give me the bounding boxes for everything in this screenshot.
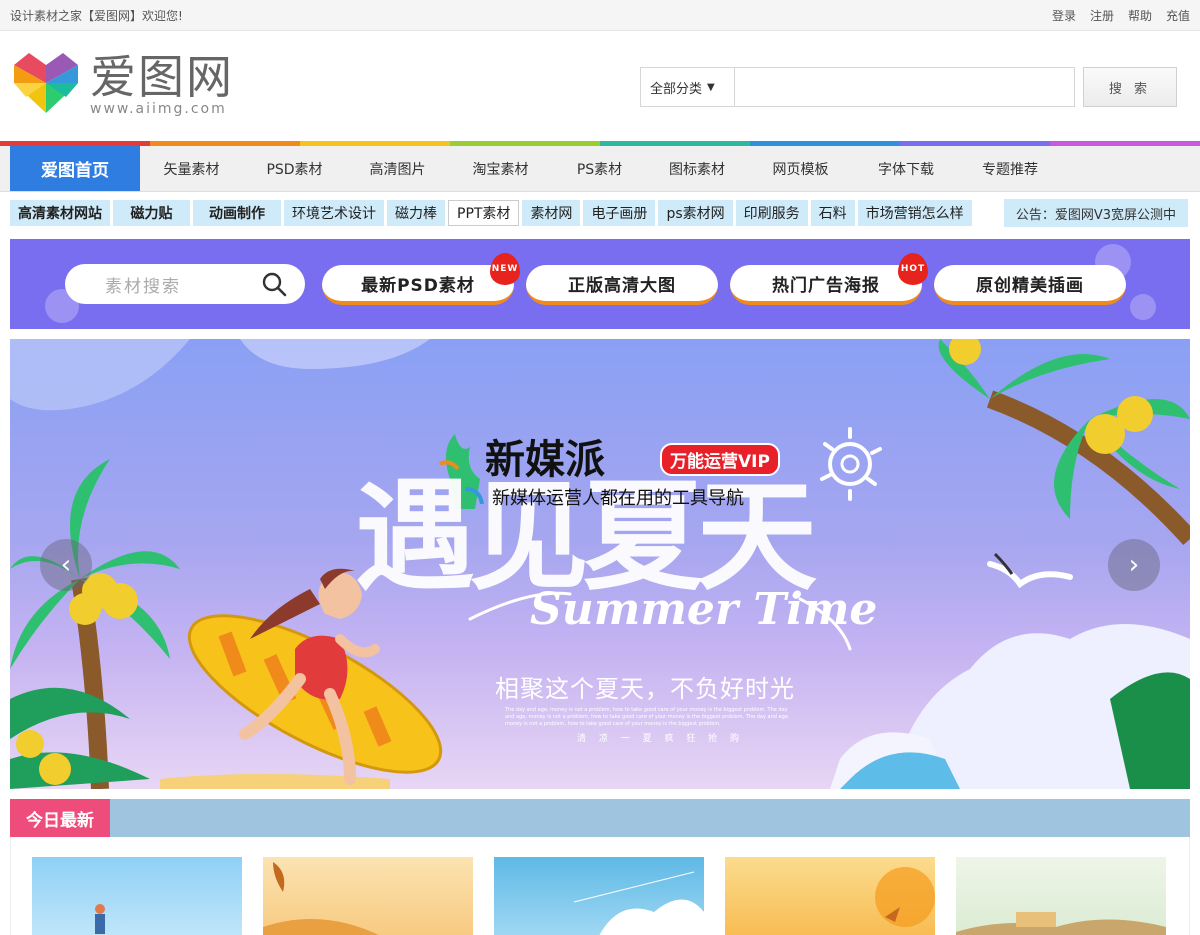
thumbnail-image[interactable] (32, 857, 242, 935)
hero-carousel[interactable]: 遇见夏天 新媒派 万能运营VIP 新媒体运营人都在用的工具导航 Summer T… (10, 339, 1190, 789)
nav-item-topics[interactable]: 专题推荐 (958, 146, 1062, 191)
nav-item-templates[interactable]: 网页模板 (747, 146, 854, 191)
nav-item-icons[interactable]: 图标素材 (647, 146, 747, 191)
tag-link[interactable]: 市场营销怎么样 (857, 200, 972, 226)
tag-link[interactable]: ps素材网 (658, 200, 733, 226)
decor-bubble (1130, 294, 1156, 320)
thumbnail-image[interactable] (725, 857, 935, 935)
today-thumbnails (10, 837, 1190, 935)
heart-logo-icon (14, 53, 78, 113)
tag-link[interactable]: 动画制作 (193, 200, 281, 226)
pill-label: 原创精美插画 (976, 275, 1084, 296)
tag-link[interactable]: 环境艺术设计 (284, 200, 384, 226)
search-bar: 全部分类 ▼ 搜 索 (640, 67, 1177, 107)
login-link[interactable]: 登录 (1052, 7, 1076, 24)
thumbnail-image[interactable] (263, 857, 473, 935)
search-button[interactable]: 搜 索 (1083, 67, 1177, 107)
today-label[interactable]: 今日最新 (10, 799, 110, 837)
hero-footer-text: 清 凉 一 夏 疯 狂 抢 购 (577, 734, 745, 744)
thumbnail-art (95, 904, 105, 934)
header: 爱图网 www.aiimg.com 全部分类 ▼ 搜 索 (0, 31, 1200, 141)
latest-psd-button[interactable]: 最新PSD素材 NEW (322, 253, 520, 305)
category-select[interactable]: 全部分类 ▼ (640, 67, 734, 107)
tag-link[interactable]: 磁力棒 (387, 200, 445, 226)
tag-link[interactable]: 印刷服务 (735, 200, 808, 226)
welcome-text: 设计素材之家【爱图网】欢迎您! (10, 8, 183, 23)
main-nav: 爱图首页 矢量素材 PSD素材 高清图片 淘宝素材 PS素材 图标素材 网页模板… (0, 146, 1200, 192)
nav-item-psd[interactable]: PSD素材 (243, 146, 346, 191)
site-logo[interactable]: 爱图网 www.aiimg.com (12, 49, 234, 117)
hero-slogan: 相聚这个夏天，不负好时光 (495, 675, 795, 703)
logo-domain: www.aiimg.com (90, 101, 227, 117)
logo-text: 爱图网 www.aiimg.com (90, 51, 234, 117)
tag-link[interactable]: 磁力贴 (113, 200, 190, 226)
pill-label: 热门广告海报 (772, 275, 880, 296)
chevron-right-icon: › (1128, 550, 1140, 580)
nav-item-ps[interactable]: PS素材 (552, 146, 647, 191)
new-badge: NEW (490, 253, 520, 285)
register-link[interactable]: 注册 (1090, 7, 1114, 24)
nav-item-hd-images[interactable]: 高清图片 (346, 146, 449, 191)
nav-item-taobao[interactable]: 淘宝素材 (449, 146, 552, 191)
hero-fine-print: The day and age, money is not a problem,… (505, 707, 790, 727)
prev-slide-button[interactable]: ‹ (40, 539, 92, 591)
tag-link[interactable]: 电子画册 (583, 200, 656, 226)
nav-item-fonts[interactable]: 字体下载 (854, 146, 958, 191)
illustrations-button[interactable]: 原创精美插画 (934, 265, 1126, 305)
tag-row: 高清素材网站 磁力贴 动画制作 环境艺术设计 磁力棒 PPT素材 素材网 电子画… (0, 196, 1200, 230)
thumbnail-art (263, 862, 379, 935)
category-value: 全部分类 (650, 81, 703, 97)
top-links: 登录 注册 帮助 充值 (1052, 7, 1190, 24)
help-link[interactable]: 帮助 (1128, 7, 1152, 24)
chevron-down-icon: ▼ (707, 81, 715, 93)
quick-search-placeholder: 素材搜索 (105, 276, 181, 297)
thumbnail-art (956, 912, 1166, 935)
search-input[interactable] (734, 67, 1075, 107)
recharge-link[interactable]: 充值 (1166, 7, 1190, 24)
chevron-left-icon: ‹ (60, 550, 72, 580)
ad-posters-button[interactable]: 热门广告海报 HOT (730, 253, 928, 305)
tag-link[interactable]: 素材网 (522, 200, 581, 226)
thumbnail-art (875, 867, 935, 927)
hot-badge: HOT (898, 253, 928, 285)
tag-link[interactable]: 石料 (810, 200, 855, 226)
thumbnail-art (573, 871, 704, 935)
nav-home[interactable]: 爱图首页 (10, 146, 140, 191)
vip-badge: 万能运营VIP (660, 443, 780, 476)
hero-summer-text: Summer Time (530, 584, 878, 635)
hero-subtitle: 新媒体运营人都在用的工具导航 (492, 488, 744, 509)
thumbnail-image[interactable] (494, 857, 704, 935)
nav-item-vector[interactable]: 矢量素材 (140, 146, 243, 191)
tag-link[interactable]: 高清素材网站 (10, 200, 110, 226)
pill-label: 最新PSD素材 (361, 275, 475, 296)
today-section-header: 今日最新 (10, 799, 1190, 837)
thumbnail-image[interactable] (956, 857, 1166, 935)
tag-link[interactable]: PPT素材 (448, 200, 520, 226)
quick-search-input[interactable]: 素材搜索 (65, 264, 305, 304)
hd-images-button[interactable]: 正版高清大图 (526, 265, 718, 305)
hero-brand: 新媒派 (485, 437, 605, 483)
pill-label: 正版高清大图 (568, 275, 676, 296)
top-bar: 设计素材之家【爱图网】欢迎您! 登录 注册 帮助 充值 (0, 0, 1200, 31)
next-slide-button[interactable]: › (1108, 539, 1160, 591)
notice-bar[interactable]: 公告：爱图网V3宽屏公测中 (1003, 199, 1188, 227)
rainbow-segment (1050, 141, 1200, 146)
search-icon[interactable] (261, 271, 287, 297)
quick-links-banner: 素材搜索 最新PSD素材 NEW 正版高清大图 热门广告海报 HOT 原创精美插… (10, 239, 1190, 329)
logo-name: 爱图网 (90, 50, 234, 104)
